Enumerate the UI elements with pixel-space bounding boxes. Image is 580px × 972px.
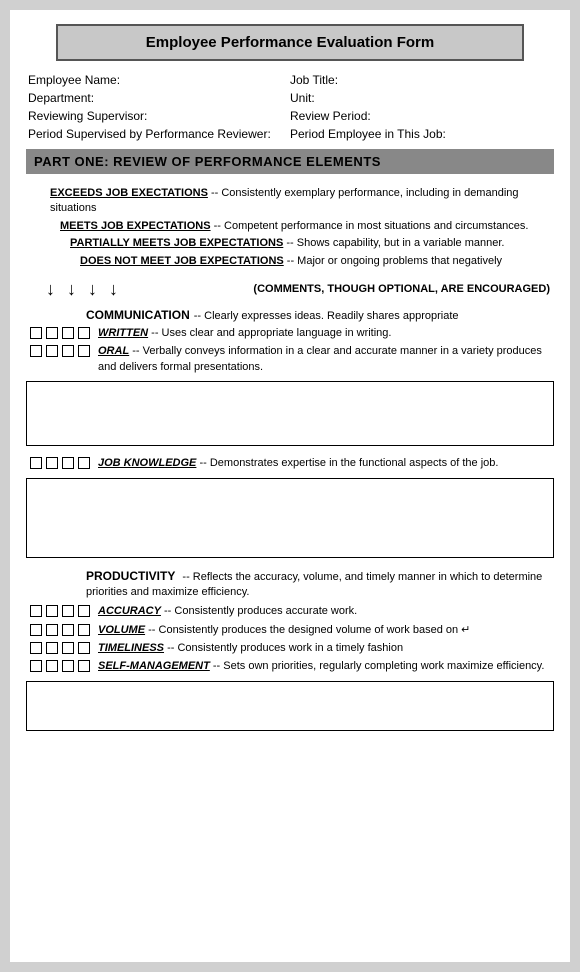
- job-knowledge-row: JOB KNOWLEDGE -- Demonstrates expertise …: [26, 456, 554, 471]
- form-title: Employee Performance Evaluation Form: [146, 34, 434, 51]
- cb-written-4[interactable]: [78, 327, 90, 339]
- form-title-box: Employee Performance Evaluation Form: [56, 24, 524, 61]
- written-label: WRITTEN -- Uses clear and appropriate la…: [98, 326, 554, 341]
- timeliness-checkboxes: [30, 642, 90, 654]
- cb-oral-4[interactable]: [78, 345, 90, 357]
- volume-checkboxes: [30, 624, 90, 636]
- cb-tim-1[interactable]: [30, 642, 42, 654]
- cb-jk-3[interactable]: [62, 457, 74, 469]
- cb-oral-2[interactable]: [46, 345, 58, 357]
- cb-written-1[interactable]: [30, 327, 42, 339]
- arrows-comments-row: ↓ ↓ ↓ ↓ (COMMENTS, THOUGH OPTIONAL, ARE …: [46, 279, 554, 300]
- cb-tim-2[interactable]: [46, 642, 58, 654]
- cb-vol-2[interactable]: [46, 624, 58, 636]
- job-knowledge-label: JOB KNOWLEDGE -- Demonstrates expertise …: [98, 456, 554, 471]
- cb-vol-1[interactable]: [30, 624, 42, 636]
- arrow-3: ↓: [88, 279, 97, 300]
- communication-textarea[interactable]: [26, 381, 554, 446]
- employee-name-field: Employee Name:: [28, 73, 290, 87]
- accuracy-checkboxes: [30, 605, 90, 617]
- info-grid: Employee Name: Job Title: Department: Un…: [26, 73, 554, 141]
- communication-section-header: COMMUNICATION -- Clearly expresses ideas…: [26, 308, 554, 322]
- job-title-field: Job Title:: [290, 73, 552, 87]
- productivity-textarea[interactable]: [26, 681, 554, 731]
- productivity-section-header: PRODUCTIVITY -- Reflects the accuracy, v…: [26, 568, 554, 601]
- cb-vol-3[interactable]: [62, 624, 74, 636]
- unit-field: Unit:: [290, 91, 552, 105]
- job-knowledge-checkboxes: [30, 457, 90, 469]
- part-one-header: PART ONE: REVIEW OF PERFORMANCE ELEMENTS: [26, 149, 554, 174]
- self-management-checkboxes: [30, 660, 90, 672]
- page: Employee Performance Evaluation Form Emp…: [10, 10, 570, 962]
- timeliness-row: TIMELINESS -- Consistently produces work…: [26, 641, 554, 656]
- arrow-1: ↓: [46, 279, 55, 300]
- legend-meets: MEETS JOB EXPECTATIONS -- Competent perf…: [30, 219, 550, 234]
- arrow-4: ↓: [109, 279, 118, 300]
- oral-row: ORAL -- Verbally conveys information in …: [26, 344, 554, 375]
- cb-oral-3[interactable]: [62, 345, 74, 357]
- cb-acc-3[interactable]: [62, 605, 74, 617]
- arrow-2: ↓: [67, 279, 76, 300]
- legend-partially: PARTIALLY MEETS JOB EXPECTATIONS -- Show…: [30, 236, 550, 251]
- comments-note: (COMMENTS, THOUGH OPTIONAL, ARE ENCOURAG…: [130, 283, 554, 295]
- cb-jk-1[interactable]: [30, 457, 42, 469]
- volume-row: VOLUME -- Consistently produces the desi…: [26, 623, 554, 638]
- written-checkboxes: [30, 327, 90, 339]
- cb-oral-1[interactable]: [30, 345, 42, 357]
- cb-jk-4[interactable]: [78, 457, 90, 469]
- cb-sm-2[interactable]: [46, 660, 58, 672]
- period-employee-field: Period Employee in This Job:: [290, 127, 552, 141]
- legend-does-not: DOES NOT MEET JOB EXPECTATIONS -- Major …: [30, 254, 550, 269]
- period-supervised-field: Period Supervised by Performance Reviewe…: [28, 127, 290, 141]
- job-knowledge-textarea[interactable]: [26, 478, 554, 558]
- cb-vol-4[interactable]: [78, 624, 90, 636]
- accuracy-row: ACCURACY -- Consistently produces accura…: [26, 604, 554, 619]
- cb-acc-4[interactable]: [78, 605, 90, 617]
- cb-sm-1[interactable]: [30, 660, 42, 672]
- review-period-field: Review Period:: [290, 109, 552, 123]
- written-row: WRITTEN -- Uses clear and appropriate la…: [26, 326, 554, 341]
- cb-written-3[interactable]: [62, 327, 74, 339]
- accuracy-label: ACCURACY -- Consistently produces accura…: [98, 604, 554, 619]
- oral-checkboxes: [30, 345, 90, 357]
- reviewing-supervisor-field: Reviewing Supervisor:: [28, 109, 290, 123]
- cb-tim-3[interactable]: [62, 642, 74, 654]
- cb-written-2[interactable]: [46, 327, 58, 339]
- cb-acc-2[interactable]: [46, 605, 58, 617]
- rating-legend: EXCEEDS JOB EXECTATIONS -- Consistently …: [26, 184, 554, 273]
- cb-sm-3[interactable]: [62, 660, 74, 672]
- timeliness-label: TIMELINESS -- Consistently produces work…: [98, 641, 554, 656]
- oral-label: ORAL -- Verbally conveys information in …: [98, 344, 554, 375]
- volume-label: VOLUME -- Consistently produces the desi…: [98, 623, 554, 638]
- cb-jk-2[interactable]: [46, 457, 58, 469]
- legend-exceeds: EXCEEDS JOB EXECTATIONS -- Consistently …: [30, 186, 550, 217]
- cb-sm-4[interactable]: [78, 660, 90, 672]
- cb-acc-1[interactable]: [30, 605, 42, 617]
- department-field: Department:: [28, 91, 290, 105]
- cb-tim-4[interactable]: [78, 642, 90, 654]
- self-management-row: SELF-MANAGEMENT -- Sets own priorities, …: [26, 659, 554, 674]
- self-management-label: SELF-MANAGEMENT -- Sets own priorities, …: [98, 659, 554, 674]
